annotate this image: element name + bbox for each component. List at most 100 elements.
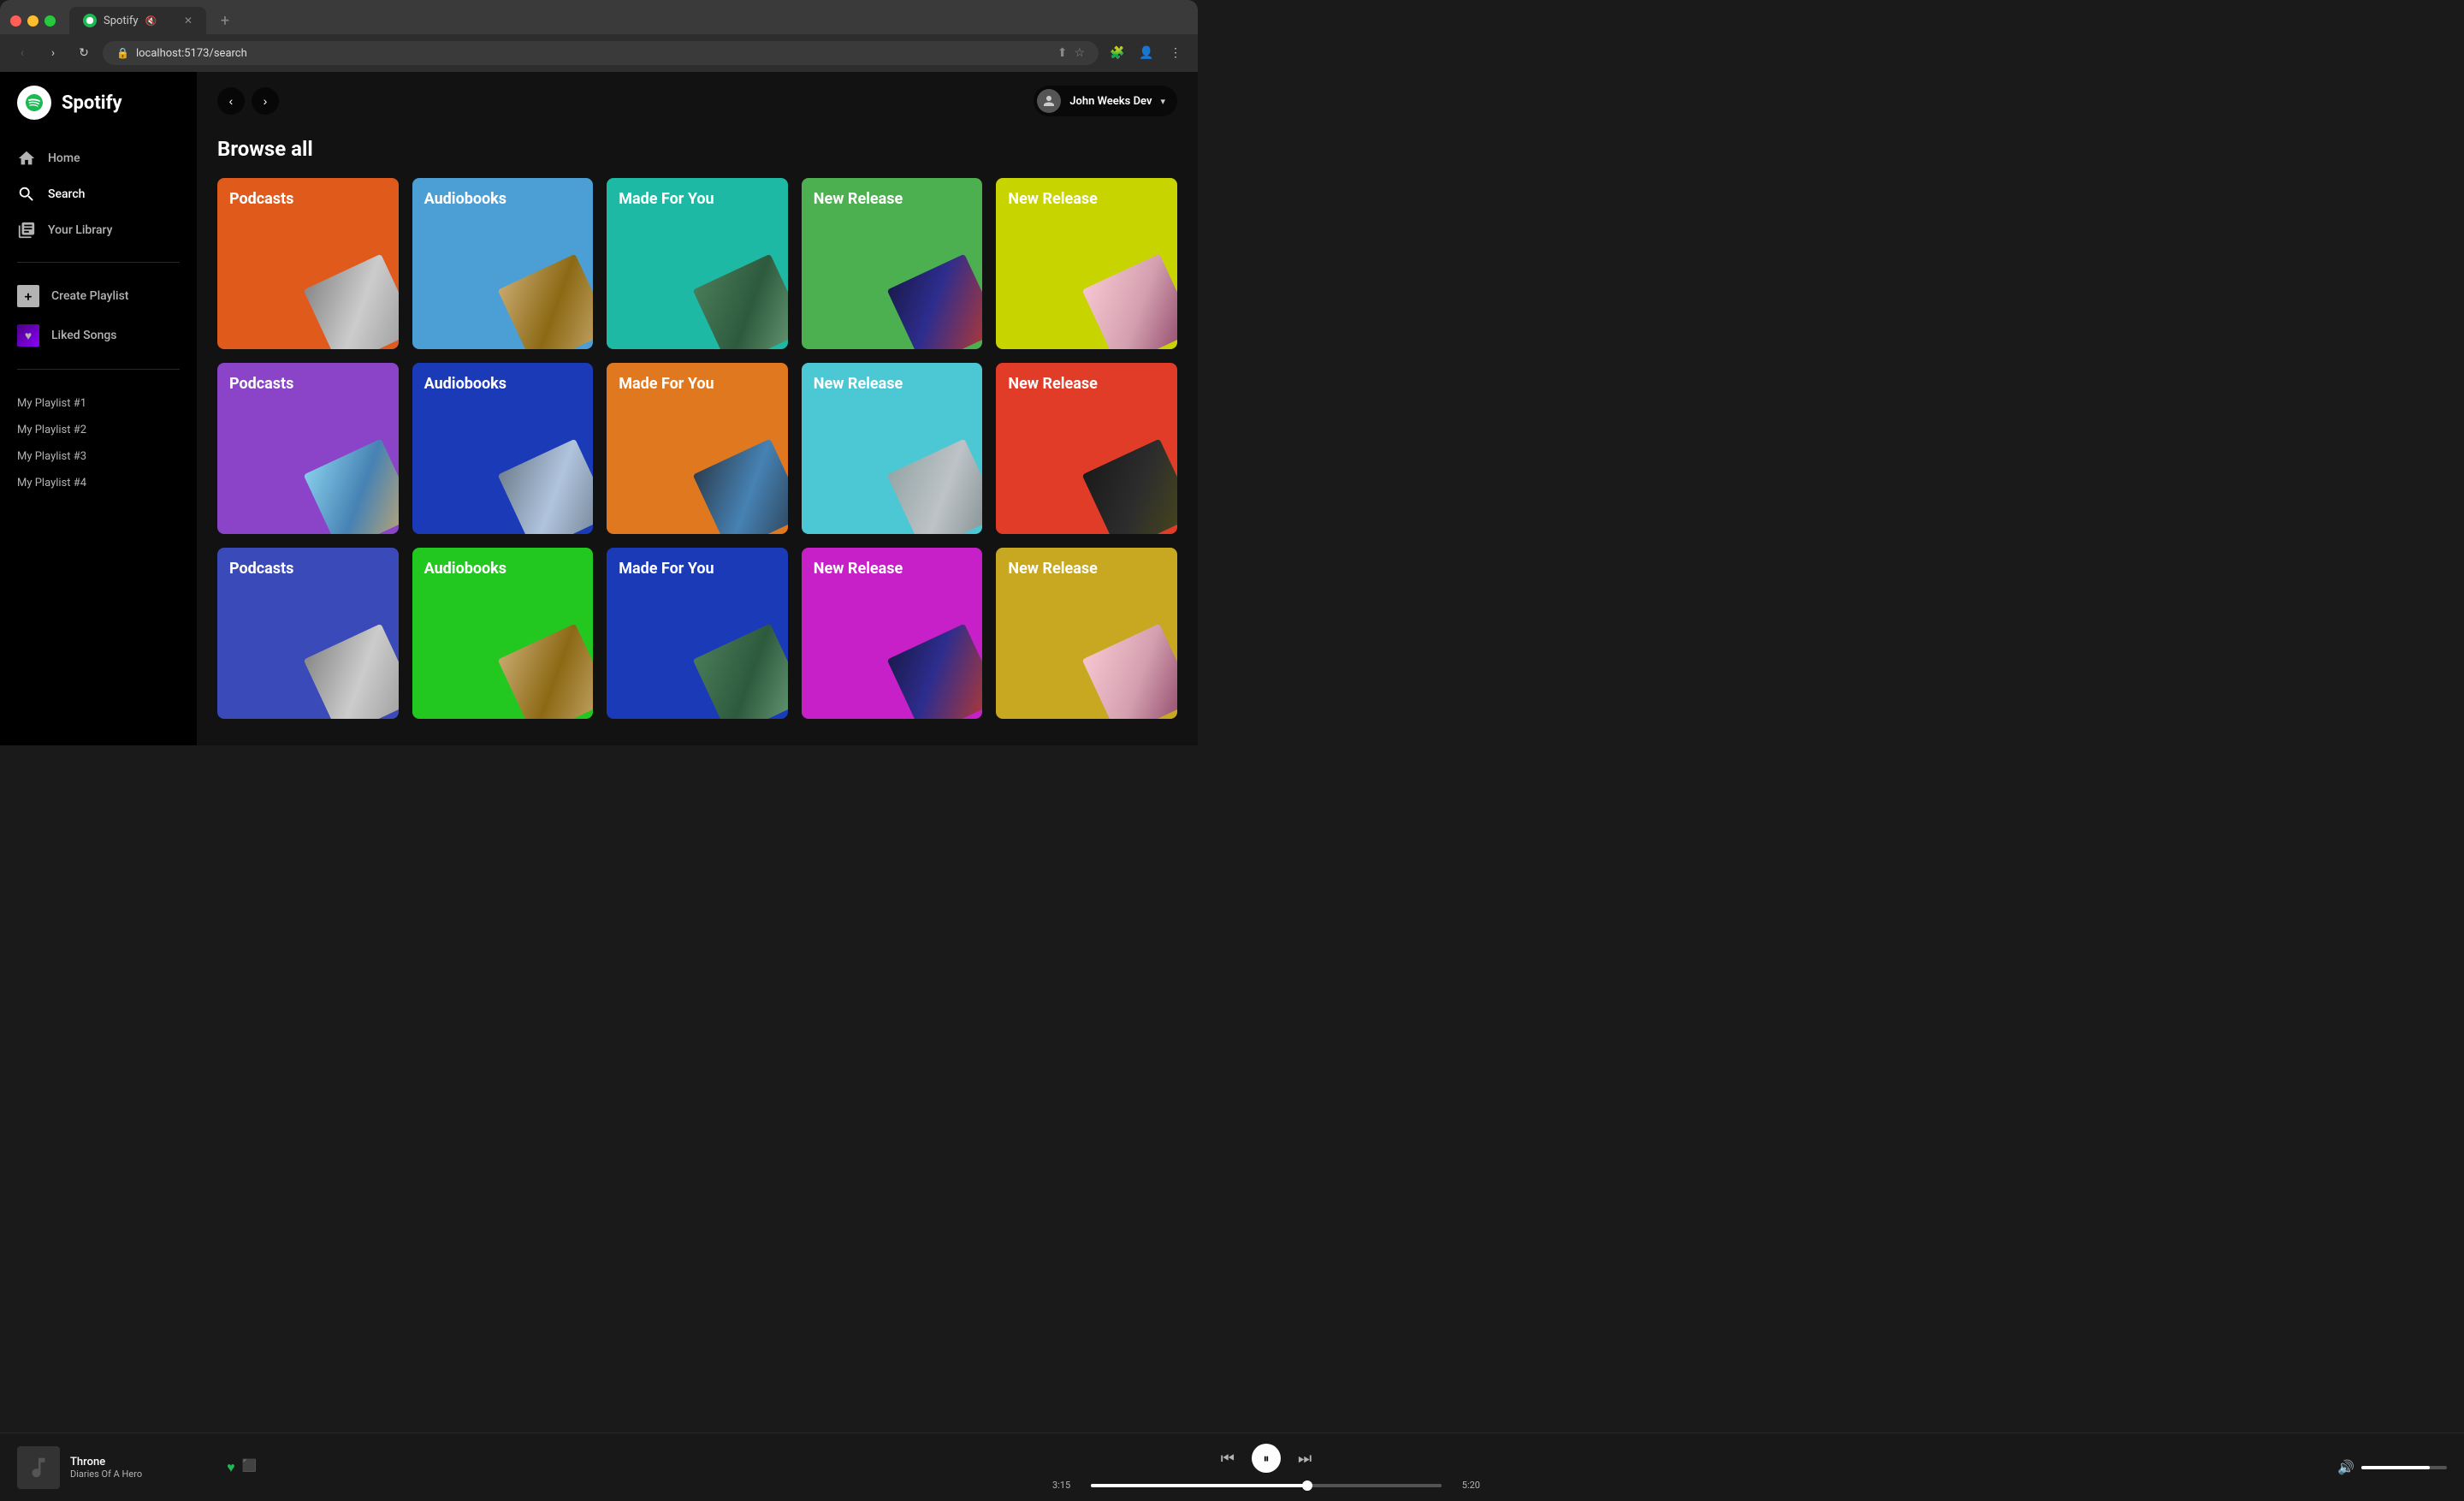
create-playlist-icon: + (17, 285, 39, 307)
category-card-cat-6[interactable]: Podcasts (217, 363, 399, 534)
category-image-cat-6 (303, 439, 398, 534)
maximize-window-button[interactable] (44, 15, 56, 27)
browse-section: Browse all PodcastsAudiobooksMade For Yo… (197, 130, 1198, 739)
category-card-cat-2[interactable]: Audiobooks (412, 178, 594, 349)
sidebar-search-label: Search (48, 187, 85, 201)
volume-bar[interactable] (2361, 1466, 2447, 1469)
track-name: Throne (70, 1456, 216, 1468)
home-icon (17, 149, 36, 168)
category-card-cat-12[interactable]: Audiobooks (412, 548, 594, 719)
sidebar-library-label: Your Library (48, 223, 112, 237)
total-time: 5:20 (1450, 1480, 1480, 1491)
extensions-icon[interactable]: 🧩 (1105, 41, 1129, 65)
playlist-item-3[interactable]: My Playlist #3 (17, 443, 180, 470)
category-image-cat-3 (692, 254, 787, 349)
tab-close-icon[interactable]: ✕ (184, 15, 192, 27)
tab-mute-icon[interactable]: 🔇 (145, 15, 157, 27)
category-card-cat-9[interactable]: New Release (802, 363, 983, 534)
control-buttons: ⏮ ⏸ ⏭ (1221, 1444, 1312, 1473)
category-label-cat-12: Audiobooks (424, 560, 506, 578)
browser-refresh-button[interactable]: ↻ (72, 41, 96, 65)
next-button[interactable]: ⏭ (1298, 1450, 1312, 1468)
menu-icon[interactable]: ⋮ (1164, 41, 1188, 65)
track-artist: Diaries Of A Hero (70, 1468, 216, 1480)
category-card-cat-3[interactable]: Made For You (607, 178, 788, 349)
sidebar-liked-songs[interactable]: ♥ Liked Songs (7, 316, 190, 355)
category-label-cat-3: Made For You (619, 190, 714, 208)
profile-icon[interactable]: 👤 (1134, 41, 1158, 65)
minimize-window-button[interactable] (27, 15, 38, 27)
sidebar-item-home[interactable]: Home (7, 140, 190, 176)
progress-bar[interactable] (1091, 1484, 1442, 1487)
category-label-cat-4: New Release (814, 190, 903, 208)
category-image-cat-10 (1082, 439, 1177, 534)
play-pause-button[interactable]: ⏸ (1252, 1444, 1281, 1473)
sidebar-create-playlist[interactable]: + Create Playlist (7, 276, 190, 316)
category-card-cat-8[interactable]: Made For You (607, 363, 788, 534)
playlist-item-2[interactable]: My Playlist #2 (17, 417, 180, 443)
category-card-cat-15[interactable]: New Release (996, 548, 1177, 719)
category-image-cat-15 (1082, 624, 1177, 719)
user-chevron-icon: ▾ (1160, 96, 1165, 107)
category-image-cat-5 (1082, 254, 1177, 349)
category-image-cat-7 (498, 439, 593, 534)
category-card-cat-5[interactable]: New Release (996, 178, 1177, 349)
playlist-item-1[interactable]: My Playlist #1 (17, 390, 180, 417)
tab-title: Spotify (104, 15, 139, 27)
track-info: Throne Diaries Of A Hero (70, 1456, 216, 1480)
category-label-cat-7: Audiobooks (424, 375, 506, 393)
sidebar-divider-1 (17, 262, 180, 263)
browser-tab-spotify[interactable]: Spotify 🔇 ✕ (69, 7, 206, 34)
playlist-item-4[interactable]: My Playlist #4 (17, 470, 180, 496)
progress-fill (1091, 1484, 1308, 1487)
category-image-cat-12 (498, 624, 593, 719)
traffic-lights (10, 15, 56, 27)
browser-back-button[interactable]: ‹ (10, 41, 34, 65)
category-label-cat-14: New Release (814, 560, 903, 578)
player-track: Throne Diaries Of A Hero ♥ ⬛ (17, 1446, 257, 1489)
liked-songs-icon: ♥ (17, 324, 39, 347)
heart-button[interactable]: ♥ (227, 1459, 235, 1476)
category-card-cat-13[interactable]: Made For You (607, 548, 788, 719)
volume-icon[interactable]: 🔊 (2337, 1459, 2354, 1475)
main-header: ‹ › John Weeks Dev ▾ (197, 72, 1198, 130)
lock-icon: 🔒 (116, 47, 129, 59)
volume-area: 🔊 (2276, 1459, 2447, 1475)
search-icon (17, 185, 36, 204)
new-tab-button[interactable]: + (213, 9, 237, 33)
logo-area: Spotify (0, 86, 197, 140)
category-image-cat-13 (692, 624, 787, 719)
prev-button[interactable]: ⏮ (1221, 1450, 1235, 1468)
track-artwork (17, 1446, 60, 1489)
playlist-list: My Playlist #1 My Playlist #2 My Playlis… (0, 390, 197, 496)
category-card-cat-4[interactable]: New Release (802, 178, 983, 349)
category-card-cat-14[interactable]: New Release (802, 548, 983, 719)
address-bar[interactable]: 🔒 localhost:5173/search ⬆ ☆ (103, 41, 1099, 65)
share-icon[interactable]: ⬆ (1057, 46, 1068, 60)
category-card-cat-7[interactable]: Audiobooks (412, 363, 594, 534)
logo-text: Spotify (62, 92, 122, 114)
spotify-logo-icon (17, 86, 51, 120)
bookmark-icon[interactable]: ☆ (1074, 46, 1085, 60)
nav-arrows: ‹ › (217, 87, 279, 115)
category-image-cat-1 (303, 254, 398, 349)
category-label-cat-11: Podcasts (229, 560, 293, 578)
category-card-cat-10[interactable]: New Release (996, 363, 1177, 534)
sidebar-item-search[interactable]: Search (7, 176, 190, 212)
sidebar-item-library[interactable]: Your Library (7, 212, 190, 248)
app-container: Spotify Home Search Your Library (0, 72, 1198, 745)
nav-forward-button[interactable]: › (252, 87, 279, 115)
category-label-cat-13: Made For You (619, 560, 714, 578)
sidebar-home-label: Home (48, 151, 80, 165)
category-image-cat-14 (887, 624, 982, 719)
category-card-cat-1[interactable]: Podcasts (217, 178, 399, 349)
avatar (1037, 89, 1061, 113)
browser-forward-button[interactable]: › (41, 41, 65, 65)
pip-button[interactable]: ⬛ (242, 1459, 257, 1476)
track-actions: ♥ ⬛ (227, 1459, 257, 1476)
nav-back-button[interactable]: ‹ (217, 87, 245, 115)
close-window-button[interactable] (10, 15, 21, 27)
category-card-cat-11[interactable]: Podcasts (217, 548, 399, 719)
address-text: localhost:5173/search (136, 47, 247, 60)
user-menu[interactable]: John Weeks Dev ▾ (1034, 86, 1177, 116)
